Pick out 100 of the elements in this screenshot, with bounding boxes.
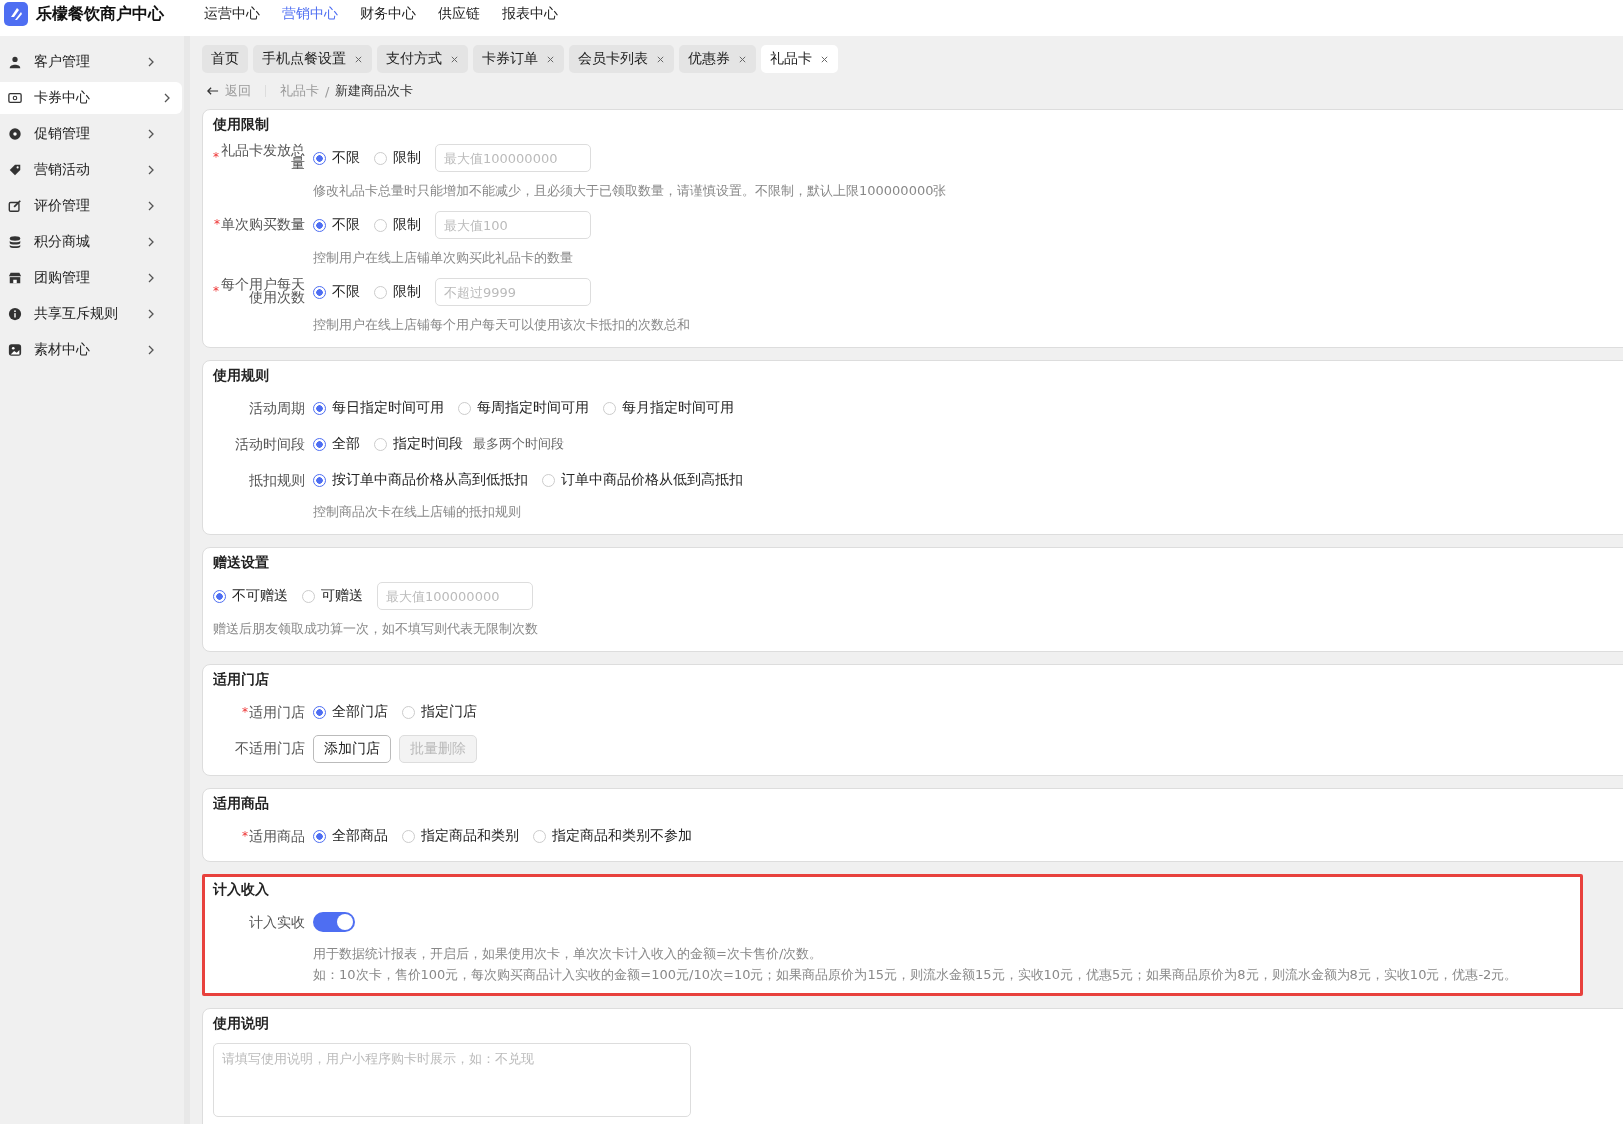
section-title: 适用门店 — [213, 671, 270, 689]
radio-label[interactable]: 限制 — [393, 216, 421, 234]
page-tab[interactable]: 会员卡列表 — [569, 45, 674, 73]
page-tab[interactable]: 优惠券 — [679, 45, 756, 73]
field-label: 活动时间段 — [235, 437, 305, 451]
radio-button[interactable] — [374, 151, 387, 165]
input-field[interactable]: 最大值100000000 — [377, 582, 533, 610]
action-button[interactable]: 添加门店 — [313, 735, 391, 763]
radio-button[interactable] — [313, 829, 326, 843]
page-tab[interactable]: 手机点餐设置 — [253, 45, 372, 73]
sidebar-item[interactable]: 营销活动 — [0, 154, 166, 186]
radio-button[interactable] — [458, 401, 471, 415]
top-nav-item[interactable]: 供应链 — [438, 5, 480, 23]
radio-label[interactable]: 每日指定时间可用 — [332, 399, 444, 417]
page-tab[interactable]: 首页 — [202, 45, 248, 73]
input-field[interactable]: 最大值100 — [435, 211, 591, 239]
section-title: 使用限制 — [213, 116, 270, 134]
sidebar-item[interactable]: 素材中心 — [0, 334, 166, 366]
sidebar-item[interactable]: 促销管理 — [0, 118, 166, 150]
breadcrumb-separator: / — [325, 83, 330, 99]
sidebar-item[interactable]: 客户管理 — [0, 46, 166, 78]
radio-label[interactable]: 限制 — [393, 283, 421, 301]
page-tab[interactable]: 礼品卡 — [761, 45, 838, 73]
sidebar-item[interactable]: 共享互斥规则 — [0, 298, 166, 330]
radio-label[interactable]: 按订单中商品价格从高到低抵扣 — [332, 471, 528, 489]
description-field[interactable]: 请填写使用说明，用户小程序购卡时展示，如：不兑现 — [213, 1043, 691, 1117]
edit-icon — [8, 199, 22, 213]
top-nav-item[interactable]: 运营中心 — [204, 5, 260, 23]
field-label: 礼品卡发放总量 — [220, 144, 305, 170]
field-label: 抵扣规则 — [249, 473, 305, 487]
sidebar-item[interactable]: 卡券中心 — [0, 82, 182, 114]
brand-name: 乐檬餐饮商户中心 — [36, 3, 164, 25]
radio-button[interactable] — [313, 151, 326, 165]
top-nav-item[interactable]: 报表中心 — [502, 5, 558, 23]
radio-button[interactable] — [313, 218, 326, 232]
radio-label[interactable]: 可赠送 — [321, 587, 363, 605]
hint-text: 控制用户在线上店铺每个用户每天可以使用该次卡抵扣的次数总和 — [313, 316, 691, 334]
radio-button[interactable] — [374, 285, 387, 299]
radio-button[interactable] — [542, 473, 555, 487]
close-icon[interactable] — [656, 54, 665, 64]
arrow-left-icon[interactable] — [206, 86, 219, 96]
page-tab[interactable]: 卡券订单 — [473, 45, 564, 73]
image-icon — [8, 343, 22, 357]
close-icon[interactable] — [450, 54, 459, 64]
close-icon[interactable] — [546, 54, 555, 64]
sidebar-item[interactable]: 评价管理 — [0, 190, 166, 222]
radio-label[interactable]: 不限 — [332, 283, 360, 301]
radio-label[interactable]: 全部 — [332, 435, 360, 453]
toggle-switch[interactable] — [313, 912, 355, 932]
radio-label[interactable]: 指定门店 — [421, 703, 477, 721]
breadcrumb-item[interactable]: 新建商品次卡 — [335, 82, 414, 100]
radio-button[interactable] — [213, 589, 226, 603]
radio-label[interactable]: 每月指定时间可用 — [622, 399, 734, 417]
radio-label[interactable]: 全部门店 — [332, 703, 388, 721]
input-field[interactable]: 不超过9999 — [435, 278, 591, 306]
radio-button[interactable] — [302, 589, 315, 603]
radio-button[interactable] — [533, 829, 546, 843]
required-mark: * — [242, 705, 248, 719]
top-nav-item[interactable]: 财务中心 — [360, 5, 416, 23]
radio-label[interactable]: 订单中商品价格从低到高抵扣 — [561, 471, 743, 489]
radio-label[interactable]: 限制 — [393, 149, 421, 167]
radio-label[interactable]: 不限 — [332, 149, 360, 167]
radio-button[interactable] — [313, 401, 326, 415]
person-icon — [8, 55, 22, 69]
radio-label[interactable]: 指定商品和类别 — [421, 827, 519, 845]
radio-button[interactable] — [313, 473, 326, 487]
radio-label[interactable]: 全部商品 — [332, 827, 388, 845]
radio-label[interactable]: 不限 — [332, 216, 360, 234]
close-icon[interactable] — [354, 54, 363, 64]
top-nav-item[interactable]: 营销中心 — [282, 5, 338, 23]
radio-label[interactable]: 不可赠送 — [232, 587, 288, 605]
shop-icon — [8, 271, 22, 285]
section-title: 适用商品 — [213, 795, 270, 813]
radio-button[interactable] — [313, 437, 326, 451]
info-icon — [8, 307, 22, 321]
radio-button[interactable] — [402, 705, 415, 719]
radio-label[interactable]: 指定商品和类别不参加 — [552, 827, 692, 845]
radio-button[interactable] — [374, 218, 387, 232]
field-note: 最多两个时间段 — [473, 435, 564, 453]
radio-button[interactable] — [374, 437, 387, 451]
radio-button[interactable] — [402, 829, 415, 843]
radio-label[interactable]: 每周指定时间可用 — [477, 399, 589, 417]
input-field[interactable]: 最大值100000000 — [435, 144, 591, 172]
sidebar-item[interactable]: 积分商城 — [0, 226, 166, 258]
sidebar-item[interactable]: 团购管理 — [0, 262, 166, 294]
chevron-right-icon — [146, 129, 156, 139]
close-icon[interactable] — [738, 54, 747, 64]
required-mark: * — [213, 150, 219, 164]
field-label: 适用门店 — [249, 705, 305, 719]
radio-button[interactable] — [603, 401, 616, 415]
field-label: 计入实收 — [249, 915, 305, 929]
close-icon[interactable] — [820, 54, 829, 64]
hint-text: 用于数据统计报表，开启后，如果使用次卡，单次次卡计入收入的金额=次卡售价/次数。 — [313, 945, 824, 963]
radio-button[interactable] — [313, 285, 326, 299]
chevron-right-icon — [146, 201, 156, 211]
chevron-right-icon — [146, 237, 156, 247]
radio-button[interactable] — [313, 705, 326, 719]
radio-label[interactable]: 指定时间段 — [393, 435, 463, 453]
page-tab[interactable]: 支付方式 — [377, 45, 468, 73]
required-mark: * — [242, 829, 248, 843]
